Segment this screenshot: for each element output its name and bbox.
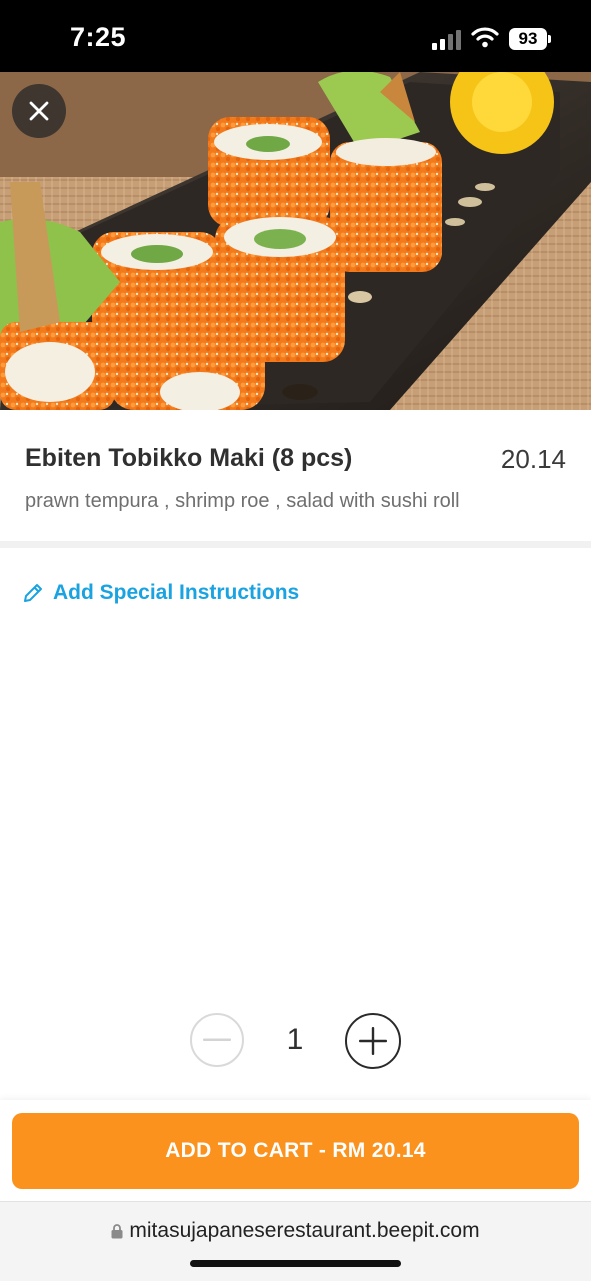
battery-icon: 93 (509, 28, 547, 50)
battery-level: 93 (518, 29, 538, 48)
lock-icon (111, 1224, 123, 1239)
url-text: mitasujapaneserestaurant.beepit.com (129, 1219, 480, 1242)
product-description: prawn tempura , shrimp roe , salad with … (25, 490, 460, 512)
close-button[interactable] (12, 84, 66, 138)
increase-quantity-button[interactable] (345, 1013, 401, 1069)
section-divider (0, 541, 591, 548)
pencil-icon (24, 584, 42, 602)
plus-icon (359, 1027, 387, 1055)
battery-tip (548, 35, 551, 43)
status-time: 7:25 (70, 22, 127, 52)
close-icon (29, 101, 49, 121)
special-instructions-label: Add Special Instructions (53, 581, 300, 604)
decrease-quantity-button[interactable] (190, 1013, 244, 1067)
product-price: 20.14 (500, 444, 566, 474)
add-special-instructions-link[interactable]: Add Special Instructions (22, 578, 299, 608)
quantity-value: 1 (286, 1023, 304, 1056)
product-title: Ebiten Tobikko Maki (8 pcs) (25, 444, 353, 472)
home-indicator[interactable] (190, 1260, 401, 1267)
status-bar: 7:25 93 (0, 0, 591, 72)
wifi-icon (471, 27, 499, 48)
product-image (0, 72, 591, 410)
url-display[interactable]: mitasujapaneserestaurant.beepit.com (0, 1219, 591, 1243)
minus-icon (203, 1038, 231, 1041)
add-to-cart-button[interactable]: ADD TO CART - RM 20.14 (12, 1113, 579, 1189)
cellular-signal-icon (432, 30, 462, 50)
